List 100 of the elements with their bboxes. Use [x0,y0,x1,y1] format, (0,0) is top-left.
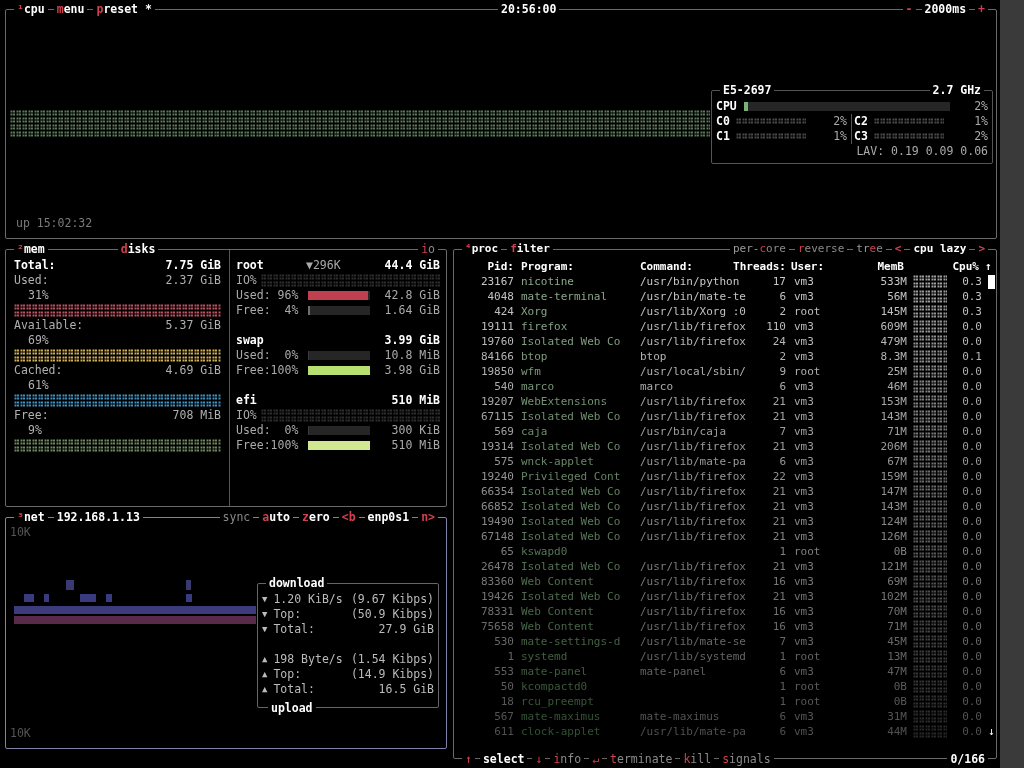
pid-cell-text: 75658 [479,619,514,634]
threads-cell-text: 6 [778,289,786,304]
threads-cell-text: 16 [771,574,786,589]
threads-cell-text: 6 [778,379,786,394]
memory-cell-text: 479M [879,334,907,349]
threads-cell-text: 1 [778,649,786,664]
column-header[interactable]: User: [791,259,861,274]
column-header[interactable]: Program: [521,259,640,274]
panel-tab[interactable]: cpu lazy [910,241,970,257]
cpu-cell-text: 0.0 [961,424,982,439]
pid-cell-text: 567 [493,709,514,724]
process-count: 0/166 [947,751,988,767]
window-scrollbar[interactable] [1000,0,1024,768]
pid-cell-text: 66354 [479,484,514,499]
pid-cell-text: 19426 [479,589,514,604]
command-cell: /usr/lib/firefox [640,485,746,498]
threads-cell-text: 1 [778,679,786,694]
memory-mini-graph [913,709,947,724]
panel-tab[interactable]: preset * [93,1,155,17]
user-cell-text: vm3 [794,559,815,574]
cpu-cell-text: 0.0 [961,679,982,694]
panel-tab[interactable]: ⁴proc [462,241,502,257]
cpu-cell-text: 0.0 [961,409,982,424]
cpu-cell-text: 0.0 [961,484,982,499]
core-graph [873,133,944,140]
column-header[interactable]: Cpu% [944,259,979,274]
command-cell: /usr/lib/mate-pa [640,455,746,468]
command-cell: /usr/lib/Xorg :0 [640,305,746,318]
scroll-up-arrow[interactable]: ↑ [985,259,992,274]
pid-cell-text: 1 [506,649,514,664]
column-header[interactable]: Pid: [458,259,514,274]
column-header[interactable]: MemB [861,259,904,274]
threads-cell-text: 16 [771,604,786,619]
column-header[interactable]: Command: [640,259,726,274]
memory-mini-graph [913,469,947,484]
threads-cell-text: 21 [771,499,786,514]
pid-cell-text: 19760 [479,334,514,349]
command-cell: /usr/lib/firefox [640,560,746,573]
memory-mini-graph [913,679,947,694]
user-cell-text: root [794,304,822,319]
net-stat-label: Top: [273,667,302,682]
program-cell-text: caja [521,424,549,439]
io-label: IO% [236,408,257,423]
threads-cell-text: 7 [778,634,786,649]
user-cell-text: vm3 [794,424,815,439]
disk-usage-value: 300 KiB [391,423,440,438]
panel-tab[interactable]: enp0s1 [364,509,413,525]
command-cell: btop [640,350,667,363]
program-cell-text: mate-terminal [521,289,609,304]
disk-size: 44.4 GiB [384,258,440,273]
threads-cell-text: 21 [771,409,786,424]
core-percent: 1% [833,129,847,144]
cpu-cell-text: 0.0 [961,334,982,349]
load-average: LAV: 0.19 0.09 0.06 [856,144,988,159]
memory-cell-text: 0B [892,694,907,709]
memory-cell-text: 31M [886,709,907,724]
cpu-cell-text: 0.0 [961,664,982,679]
program-cell-text: wfm [521,364,542,379]
cpu-cell-text: 0.0 [961,499,982,514]
threads-cell-text: 17 [771,274,786,289]
command-cell: /usr/lib/mate-se [640,635,746,648]
cpu-cell-text: 0.0 [961,619,982,634]
user-cell-text: vm3 [794,709,815,724]
pid-cell-text: 65 [499,544,514,559]
user-cell-text: vm3 [794,574,815,589]
threads-cell-text: 7 [778,424,786,439]
user-cell-text: root [794,679,822,694]
pid-cell-text: 66852 [479,499,514,514]
column-header[interactable]: Threads: [726,259,786,274]
program-cell-text: kcompactd0 [521,679,589,694]
command-cell: /usr/lib/firefox [640,320,746,333]
pid-cell-text: 575 [493,454,514,469]
cpu-cell-text: 0.0 [961,559,982,574]
threads-cell-text: 21 [771,439,786,454]
user-cell-text: root [794,649,822,664]
core-label: C2 [854,114,868,129]
user-cell-text: vm3 [794,274,815,289]
disk-usage-label: Free:100% [236,438,300,453]
disk-usage-value: 10.8 MiB [384,348,440,363]
threads-cell-text: 21 [771,589,786,604]
direction-arrow: ▼ [262,623,268,636]
panel-tab[interactable]: signals [719,751,774,767]
threads-cell-text: 1 [778,694,786,709]
threads-cell-text: 22 [771,469,786,484]
core-graph [735,133,806,140]
pid-cell-text: 84166 [479,349,514,364]
memory-mini-graph [913,484,947,499]
scale-label: 10K [10,524,32,541]
disk-size: 510 MiB [391,393,440,408]
command-cell: /usr/lib/firefox [640,530,746,543]
scroll-down-arrow[interactable]: ↓ [988,724,995,739]
memory-cell-text: 153M [879,394,907,409]
user-cell-text: vm3 [794,589,815,604]
core-graph [873,118,944,125]
threads-cell-text: 6 [778,454,786,469]
program-cell-text: clock-applet [521,724,602,739]
threads-cell-text: 1 [778,544,786,559]
pid-cell-text: 19850 [479,364,514,379]
command-cell: /usr/lib/systemd [640,650,746,663]
scroll-thumb[interactable] [988,274,995,289]
